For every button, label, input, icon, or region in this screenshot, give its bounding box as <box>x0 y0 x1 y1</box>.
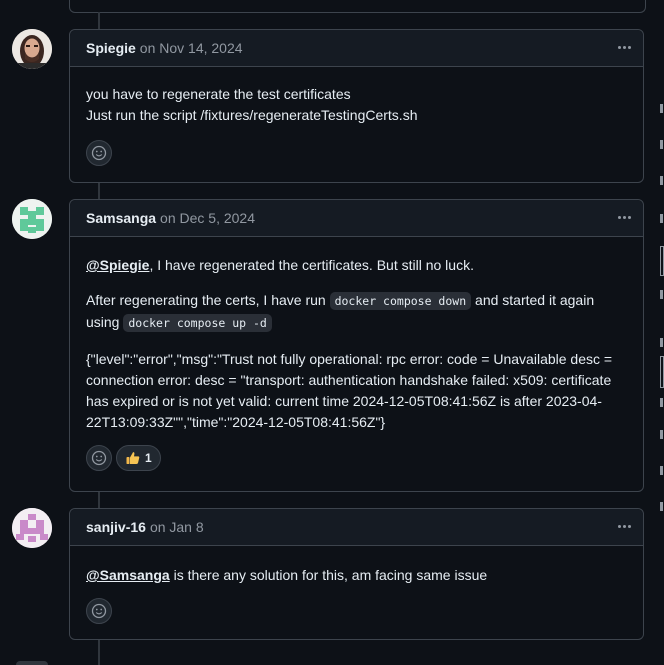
smiley-icon <box>91 603 107 619</box>
author-link[interactable]: Samsanga <box>86 210 156 226</box>
sidebar-edge <box>660 0 664 665</box>
user-photo-icon <box>12 29 52 69</box>
avatar-spiegie[interactable] <box>12 29 52 69</box>
comment-date[interactable]: on Dec 5, 2024 <box>160 210 255 226</box>
comment-card: Samsanga on Dec 5, 2024 @Spiegie, I have… <box>69 199 644 492</box>
comment-body: @Samsanga is there any solution for this… <box>70 546 643 586</box>
comment-body: @Spiegie, I have regenerated the certifi… <box>70 237 643 433</box>
identicon-icon <box>12 508 52 548</box>
comment-date[interactable]: on Nov 14, 2024 <box>140 40 243 56</box>
smiley-icon <box>91 450 107 466</box>
add-reaction-button[interactable] <box>86 445 112 471</box>
reactions-bar <box>70 140 643 180</box>
kebab-horizontal-icon[interactable] <box>615 38 633 56</box>
reaction-count: 1 <box>145 451 152 465</box>
timeline-line <box>98 639 100 665</box>
comment-text-line: Just run the script /fixtures/regenerate… <box>86 107 418 123</box>
comment-text-line: you have to regenerate the test certific… <box>86 86 351 102</box>
user-mention-link[interactable]: @Spiegie <box>86 257 149 273</box>
author-link[interactable]: sanjiv-16 <box>86 519 146 535</box>
comment-text: After regenerating the certs, I have run <box>86 292 330 308</box>
author-link[interactable]: Spiegie <box>86 40 136 56</box>
reactions-bar: 1 <box>70 445 643 485</box>
avatar-samsanga[interactable] <box>12 199 52 239</box>
previous-comment-card <box>69 0 646 13</box>
inline-code: docker compose up -d <box>123 314 272 332</box>
user-mention-link[interactable]: @Samsanga <box>86 567 170 583</box>
avatar-sanjiv-16[interactable] <box>12 508 52 548</box>
comment-header: sanjiv-16 on Jan 8 <box>70 509 643 546</box>
comment-text: is there any solution for this, am facin… <box>169 567 488 583</box>
comment-text: , I have regenerated the certificates. B… <box>149 257 474 273</box>
comment-body: you have to regenerate the test certific… <box>70 67 643 126</box>
comment-paragraph: @Samsanga is there any solution for this… <box>86 565 627 586</box>
error-log-paragraph: {"level":"error","msg":"Trust not fully … <box>86 351 613 430</box>
add-reaction-button[interactable] <box>86 598 112 624</box>
kebab-horizontal-icon[interactable] <box>615 208 633 226</box>
timeline-line <box>98 182 100 200</box>
comment-paragraph: @Spiegie, I have regenerated the certifi… <box>86 255 627 276</box>
inline-code: docker compose down <box>329 292 472 310</box>
kebab-horizontal-icon[interactable] <box>615 517 633 535</box>
comment-header: Samsanga on Dec 5, 2024 <box>70 200 643 237</box>
timeline-line <box>98 12 100 30</box>
comment-card: sanjiv-16 on Jan 8 @Samsanga is there an… <box>69 508 644 640</box>
smiley-icon <box>91 145 107 161</box>
comment-header: Spiegie on Nov 14, 2024 <box>70 30 643 67</box>
add-reaction-button[interactable] <box>86 140 112 166</box>
avatar-next[interactable] <box>16 661 48 665</box>
thumbs-up-icon <box>126 452 140 464</box>
thumbs-up-reaction-button[interactable]: 1 <box>116 445 161 471</box>
comment-date[interactable]: on Jan 8 <box>150 519 204 535</box>
timeline-line <box>98 491 100 509</box>
reactions-bar <box>70 598 643 638</box>
comment-card: Spiegie on Nov 14, 2024 you have to rege… <box>69 29 644 183</box>
comment-paragraph: After regenerating the certs, I have run… <box>86 290 627 334</box>
identicon-icon <box>12 199 52 239</box>
